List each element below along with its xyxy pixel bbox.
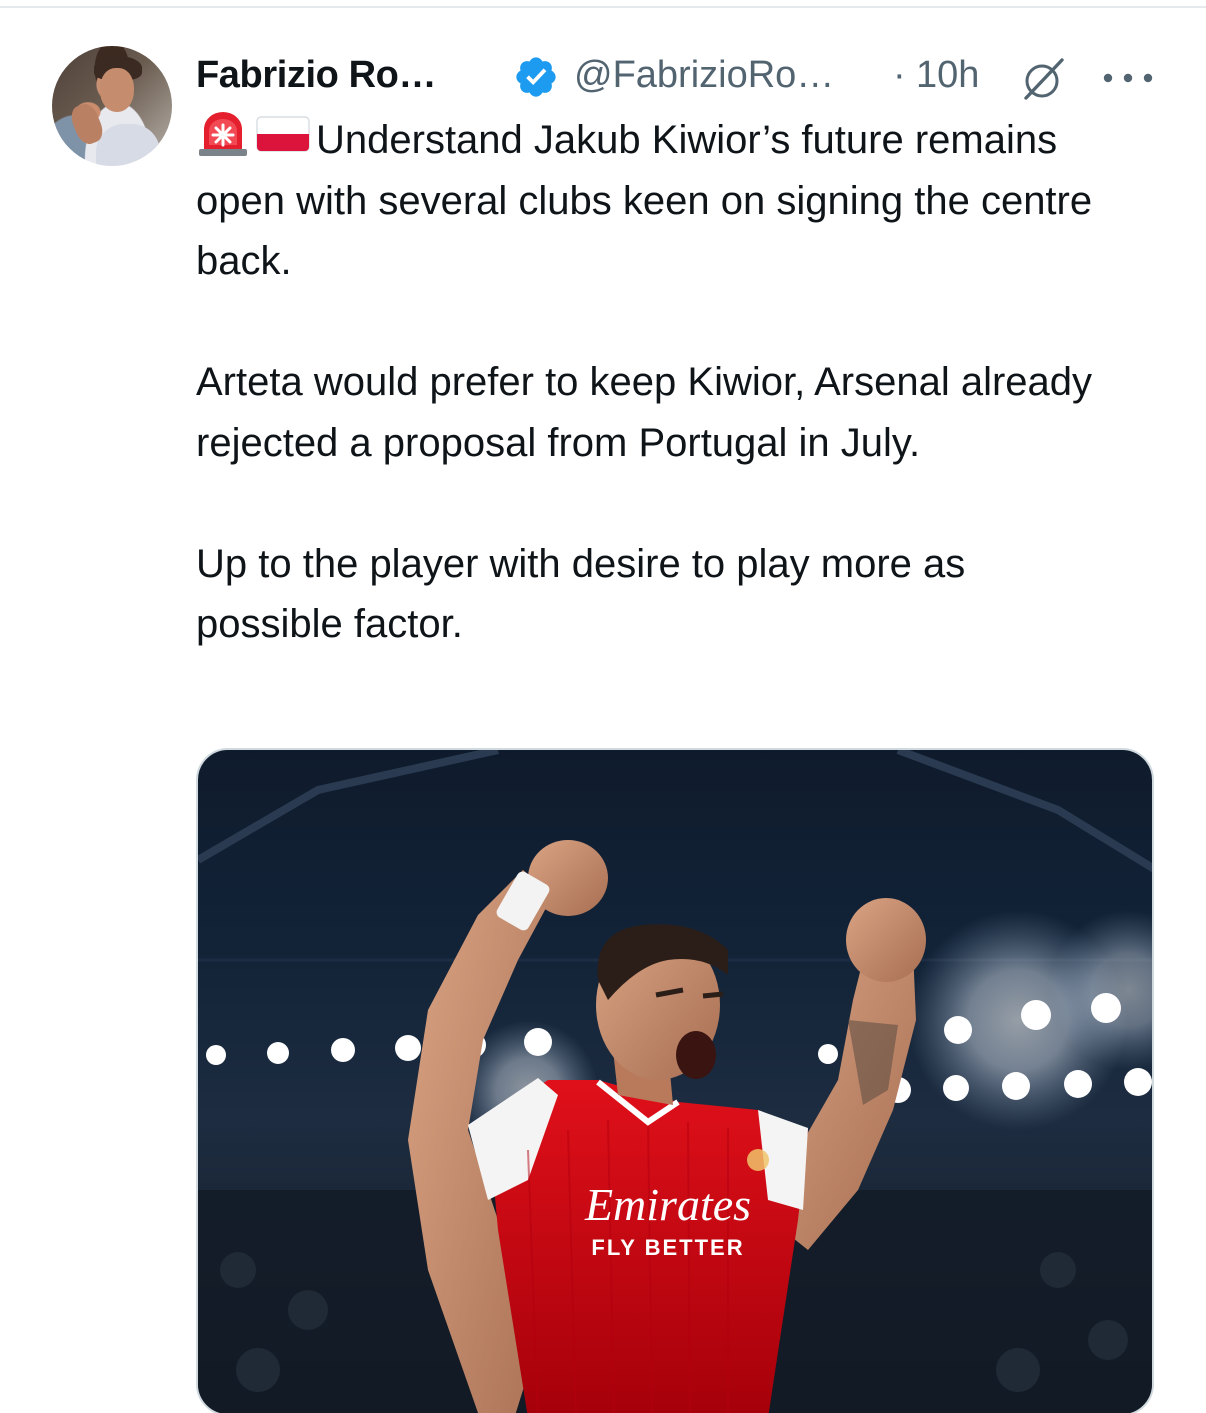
- verified-badge-icon[interactable]: [513, 54, 559, 100]
- top-divider: [0, 6, 1206, 8]
- flag-poland-icon: [256, 116, 310, 152]
- tweet-paragraph-1-text: Understand Jakub Kiwior’s future remains…: [196, 118, 1093, 283]
- more-options-icon[interactable]: [1100, 68, 1156, 88]
- tweet-timestamp[interactable]: 10h: [916, 54, 979, 97]
- tweet-media-photo[interactable]: Emirates FLY BETTER: [196, 748, 1154, 1413]
- author-name[interactable]: Fabrizio Ro…: [196, 54, 436, 97]
- tweet-paragraph-3: Up to the player with desire to play mor…: [196, 541, 966, 647]
- tweet-header: Fabrizio Ro… @FabrizioRo… · 10h: [196, 48, 1156, 104]
- rotating-light-icon: [199, 112, 247, 156]
- tweet-paragraph-1: Understand Jakub Kiwior’s future remains…: [196, 110, 1116, 292]
- author-avatar[interactable]: [52, 46, 172, 166]
- separator-dot: ·: [893, 54, 906, 96]
- shirt-sponsor-line2: FLY BETTER: [591, 1235, 744, 1260]
- tweet-paragraph-2: Arteta would prefer to keep Kiwior, Arse…: [196, 360, 1093, 465]
- tweet-body: Understand Jakub Kiwior’s future remains…: [196, 110, 1116, 655]
- grok-icon[interactable]: [1018, 54, 1068, 104]
- author-handle[interactable]: @FabrizioRo…: [574, 54, 834, 97]
- shirt-sponsor-line1: Emirates: [584, 1179, 751, 1230]
- player-celebration-image: Emirates FLY BETTER: [198, 750, 1152, 1413]
